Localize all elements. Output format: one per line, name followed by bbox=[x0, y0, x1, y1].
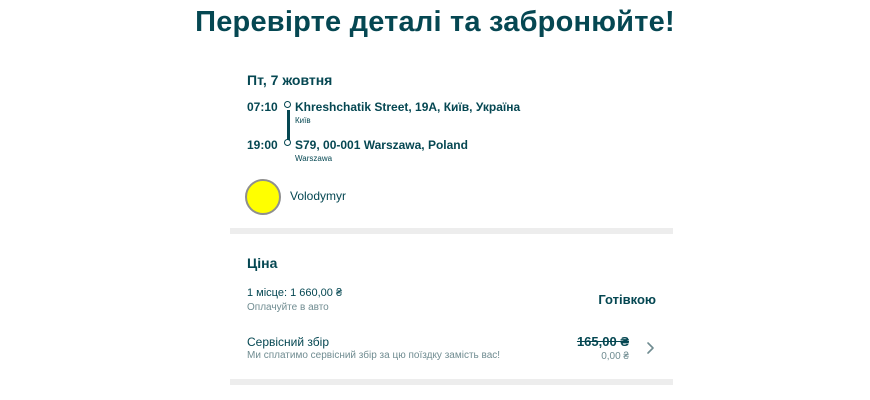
service-fee-new-price: 0,00 ₴ bbox=[601, 351, 629, 362]
departure-address[interactable]: Khreshchatik Street, 19A, Київ, Україна bbox=[295, 100, 520, 114]
service-fee-old-price: 165,00 ₴ bbox=[576, 334, 629, 349]
departure-time: 07:10 bbox=[247, 100, 278, 114]
departure-city: Київ bbox=[295, 116, 311, 125]
driver-name[interactable]: Volodymyr bbox=[290, 189, 346, 203]
departure-dot bbox=[284, 101, 291, 108]
section-divider bbox=[230, 228, 673, 234]
arrival-city: Warszawa bbox=[295, 154, 333, 163]
route-line bbox=[287, 110, 290, 142]
seat-price: 1 місце: 1 660,00 ₴ bbox=[247, 287, 343, 299]
price-heading: Ціна bbox=[247, 255, 278, 271]
trip-date: Пт, 7 жовтня bbox=[247, 72, 333, 88]
service-fee-label[interactable]: Сервісний збір bbox=[247, 335, 329, 349]
arrival-time: 19:00 bbox=[247, 138, 278, 152]
arrival-dot bbox=[284, 139, 291, 146]
payment-method: Готівкою bbox=[598, 292, 656, 307]
page-title: Перевірте деталі та забронюйте! bbox=[195, 6, 675, 38]
seat-payment-note: Оплачуйте в авто bbox=[247, 302, 329, 313]
chevron-right-icon[interactable] bbox=[643, 341, 657, 355]
driver-avatar[interactable] bbox=[245, 179, 281, 215]
service-fee-note: Ми сплатимо сервісний збір за цю поїздку… bbox=[247, 350, 501, 361]
section-divider-bottom bbox=[230, 379, 673, 385]
arrival-address[interactable]: S79, 00-001 Warszawa, Poland bbox=[295, 138, 468, 152]
